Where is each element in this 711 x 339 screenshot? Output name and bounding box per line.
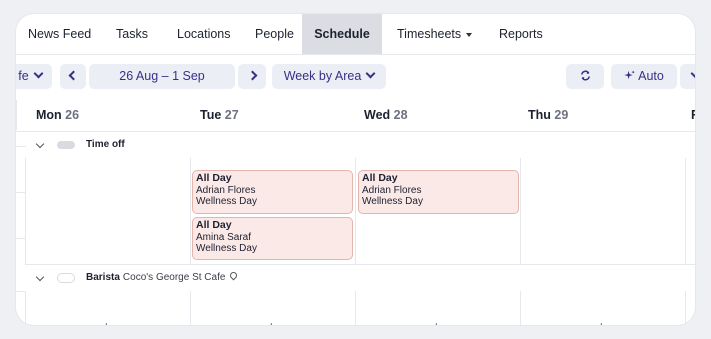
column-divider xyxy=(685,291,686,325)
shift-type: Wellness Day xyxy=(196,243,257,254)
shift-title: All Day xyxy=(196,172,232,184)
auto-schedule-button[interactable]: Auto xyxy=(611,64,677,89)
view-select[interactable]: Week by Area xyxy=(272,64,386,89)
nav-timesheets[interactable]: Timesheets xyxy=(397,14,473,54)
day-name: Tue xyxy=(200,108,222,122)
column-divider xyxy=(25,291,26,325)
day-header-tue: Tue 27 xyxy=(200,100,239,130)
schedule-grid: Mon 26 Tue 27 Wed 28 Thu 29 F Time off A… xyxy=(16,100,695,325)
day-number: 26 xyxy=(65,108,80,122)
prev-week-button[interactable] xyxy=(60,64,86,89)
barista-toggle[interactable] xyxy=(57,273,75,283)
day-name: Thu xyxy=(528,108,551,122)
day-name: Wed xyxy=(364,108,391,122)
column-divider xyxy=(355,158,356,264)
chevron-down-icon xyxy=(365,68,376,79)
header-divider xyxy=(16,131,695,132)
column-divider xyxy=(355,291,356,325)
area-select[interactable]: fe xyxy=(16,64,52,89)
day-number: 29 xyxy=(554,108,569,122)
shift-person: Adrian Flores xyxy=(196,184,256,196)
shift-person: Adrian Flores xyxy=(362,184,422,196)
nav-tasks[interactable]: Tasks xyxy=(116,14,148,54)
shift-title: All Day xyxy=(362,172,398,184)
app-frame: News Feed Tasks Locations People Schedul… xyxy=(0,0,711,339)
collapse-chevron-icon[interactable] xyxy=(35,272,45,282)
nav-timesheets-label: Timesheets xyxy=(397,27,462,41)
auto-label: Auto xyxy=(638,69,664,83)
auto-options-button[interactable] xyxy=(680,64,695,89)
date-range-label: 26 Aug – 1 Sep xyxy=(119,69,205,83)
nav-locations[interactable]: Locations xyxy=(177,14,231,54)
chevron-down-icon xyxy=(690,68,695,79)
day-name: F xyxy=(691,108,695,122)
column-divider xyxy=(520,291,521,325)
column-divider xyxy=(190,158,191,264)
column-divider xyxy=(520,158,521,264)
timeoff-toggle[interactable] xyxy=(57,141,75,149)
day-number: 28 xyxy=(393,108,408,122)
nav-people[interactable]: People xyxy=(255,14,294,54)
app-window: News Feed Tasks Locations People Schedul… xyxy=(16,14,695,325)
day-header-mon: Mon 26 xyxy=(36,100,79,130)
column-divider xyxy=(16,100,17,130)
timeoff-card[interactable]: All Day Amina Saraf Wellness Day xyxy=(192,217,353,260)
day-number: 27 xyxy=(224,108,239,122)
section-divider xyxy=(25,264,695,265)
chevron-left-icon xyxy=(68,70,78,81)
column-divider xyxy=(25,158,26,264)
shift-type: Wellness Day xyxy=(362,196,423,207)
caret-down-icon xyxy=(466,32,473,37)
top-nav: News Feed Tasks Locations People Schedul… xyxy=(16,14,695,55)
day-name: Mon xyxy=(36,108,62,122)
day-header-fri: F xyxy=(691,100,695,130)
refresh-button[interactable] xyxy=(566,64,604,89)
next-week-button[interactable] xyxy=(238,64,266,89)
chevron-down-icon xyxy=(33,68,44,79)
timeoff-card[interactable]: All Day Adrian Flores Wellness Day xyxy=(358,170,519,214)
nav-schedule[interactable]: Schedule xyxy=(302,14,382,54)
nav-news-feed[interactable]: News Feed xyxy=(28,14,91,54)
location-name: Coco's George St Cafe xyxy=(122,272,226,283)
day-header-thu: Thu 29 xyxy=(528,100,568,130)
timeoff-card[interactable]: All Day Adrian Flores Wellness Day xyxy=(192,170,353,214)
shift-type: Wellness Day xyxy=(196,196,257,207)
column-divider xyxy=(685,158,686,264)
area-name: Barista xyxy=(86,272,120,283)
area-select-label: fe xyxy=(18,69,29,83)
chevron-right-icon xyxy=(247,70,257,81)
column-divider xyxy=(190,291,191,325)
date-range-button[interactable]: 26 Aug – 1 Sep xyxy=(89,64,235,89)
row-tick xyxy=(16,146,26,147)
section-title-barista: Barista Coco's George St Cafe xyxy=(86,270,239,283)
section-title-timeoff: Time off xyxy=(86,139,125,150)
map-pin-icon xyxy=(228,270,239,281)
view-select-label: Week by Area xyxy=(283,69,362,83)
collapse-chevron-icon[interactable] xyxy=(35,139,45,149)
shift-person: Amina Saraf xyxy=(196,231,252,243)
shift-title: All Day xyxy=(196,219,232,231)
day-header-wed: Wed 28 xyxy=(364,100,408,130)
refresh-icon xyxy=(580,70,590,81)
sparkle-icon xyxy=(624,70,635,80)
nav-reports[interactable]: Reports xyxy=(499,14,543,54)
